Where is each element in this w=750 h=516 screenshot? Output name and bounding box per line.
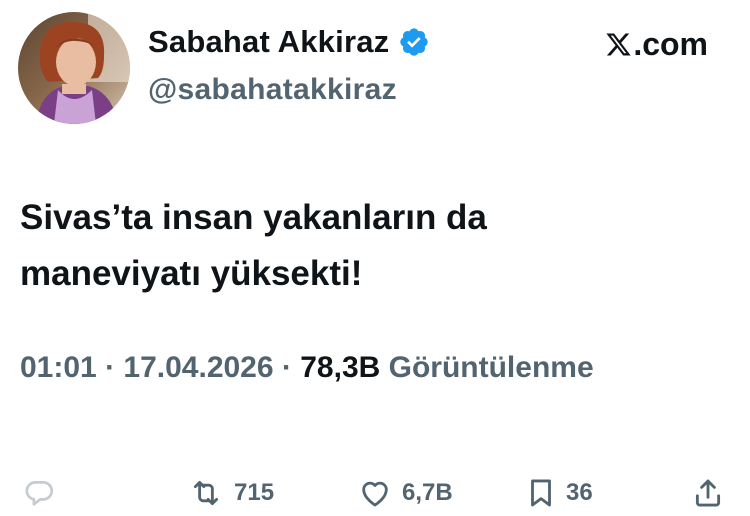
action-bar: 715 6,7B 36 [0,476,750,516]
profile-avatar[interactable] [18,12,130,124]
author-name[interactable]: Sabahat Akkiraz [148,24,389,60]
meta-separator: · [96,351,124,384]
tweet-meta: 01:01 · 17.04.2026 · 78,3B Görüntülenme [20,351,594,385]
verified-badge-icon [400,28,429,56]
author-handle[interactable]: @sabahatakkiraz [148,73,397,107]
tweet-date[interactable]: 17.04.2026 [123,351,273,384]
brand-logo: .com [605,26,708,63]
retweet-icon [193,480,219,506]
tweet-line: maneviyatı yüksekti! [20,254,363,293]
tweet-text: Sivas’ta insan yakanların da maneviyatı … [20,190,720,302]
bookmark-count: 36 [566,479,593,506]
bookmark-button[interactable]: 36 [524,476,593,510]
view-count: 78,3B [300,351,381,384]
share-icon [695,479,721,507]
brand-label: .com [633,26,708,62]
retweet-button[interactable]: 715 [186,476,274,510]
meta-separator: · [273,351,301,384]
like-count: 6,7B [402,479,453,506]
like-button[interactable]: 6,7B [356,476,453,510]
bookmark-icon [531,479,551,507]
reply-icon [25,481,54,506]
share-button[interactable] [690,476,726,510]
view-label: Görüntülenme [380,351,594,384]
heart-icon [362,481,388,507]
tweet-line: Sivas’ta insan yakanların da [20,198,487,237]
x-logo-icon [606,33,631,56]
tweet-time[interactable]: 01:01 [20,351,97,384]
reply-button[interactable] [20,476,58,510]
retweet-count: 715 [234,479,275,506]
